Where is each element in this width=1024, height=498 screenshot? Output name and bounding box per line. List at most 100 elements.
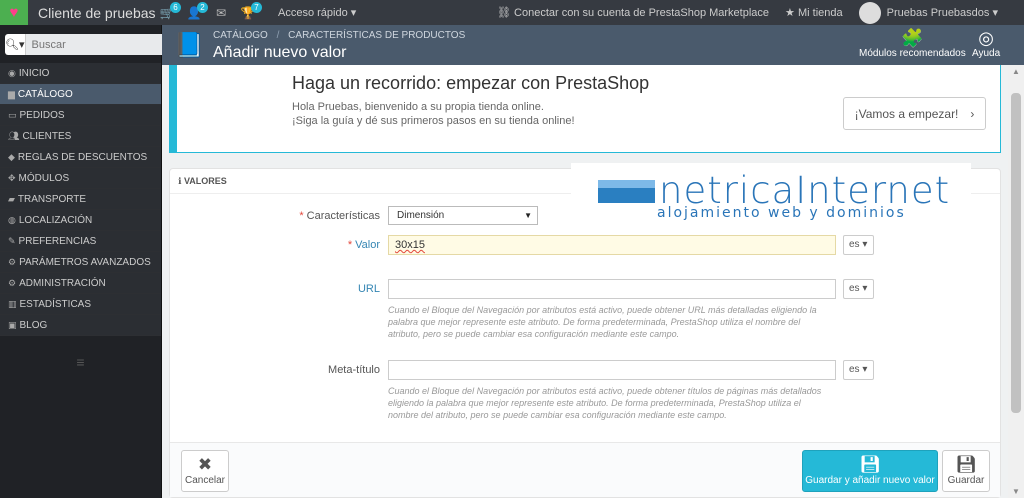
book-icon: 📘	[174, 32, 204, 59]
sidebar-item-label: Parámetros avanzados	[19, 257, 151, 268]
prestashop-logo[interactable]: ♥	[0, 0, 28, 25]
sidebar-item-inicio[interactable]: ◉ Inicio	[0, 63, 161, 84]
collapse-menu-icon[interactable]: ≡	[0, 354, 161, 370]
language-label: es	[849, 283, 860, 294]
value-language-select[interactable]: es ▾	[843, 235, 874, 255]
sidebar-item-pedidos[interactable]: ▭ Pedidos	[0, 105, 161, 126]
sidebar-item-label: Módulos	[18, 173, 70, 184]
sidebar: 🔍︎▾ ◉Inicio▆Catálogo▭Pedidos👥︎Clientes◆R…	[0, 25, 174, 498]
my-shop-link[interactable]: ★ Mi tienda	[785, 6, 843, 19]
netrica-logo-icon	[598, 180, 655, 203]
meta-title-help-text: Cuando el Bloque del Navegación por atri…	[388, 386, 822, 420]
trophy-badge: 7	[251, 1, 262, 13]
caret-down-icon: ▾	[862, 283, 868, 294]
sidebar-item-preferencias[interactable]: ✎ Preferencias	[0, 231, 161, 252]
chart-icon: ▥	[8, 299, 17, 309]
meta-title-language-select[interactable]: es ▾	[843, 360, 874, 380]
quick-access-label: Acceso rápido	[278, 7, 348, 19]
caret-down-icon: ▼	[524, 211, 532, 220]
language-label: es	[849, 239, 860, 250]
meta-title-input[interactable]	[388, 360, 836, 380]
breadcrumb-separator: /	[276, 30, 280, 41]
user-name: Pruebas Pruebasdos	[886, 6, 990, 19]
breadcrumb-catalog[interactable]: Catálogo	[213, 30, 268, 41]
save-icon: 💾︎	[859, 455, 881, 474]
recommended-modules-label: Módulos recomendados	[859, 48, 966, 59]
scrollbar-thumb[interactable]	[1011, 93, 1021, 413]
caret-down-icon: ▾	[992, 6, 998, 19]
start-tour-label: ¡Vamos a empezar!	[854, 106, 959, 121]
sidebar-item-clientes[interactable]: 👥︎ Clientes	[0, 126, 161, 147]
value-label-text: Valor	[355, 239, 380, 251]
caret-down-icon: ▾	[862, 364, 868, 375]
customers-badge: 2	[197, 1, 208, 13]
customers-notification[interactable]: 👤 2	[183, 1, 208, 20]
main-content: Haga un recorrido: empezar con PrestaSho…	[162, 65, 1008, 498]
onboarding-title: Haga un recorrido: empezar con PrestaSho…	[292, 73, 650, 93]
save-button[interactable]: 💾︎ Guardar	[942, 450, 990, 492]
save-and-add-label: Guardar y añadir nuevo valor	[805, 475, 935, 486]
sidebar-search: 🔍︎ ▾	[0, 25, 174, 63]
sidebar-item-módulos[interactable]: ✥ Módulos	[0, 168, 161, 189]
user-menu[interactable]: Pruebas Pruebasdos ▾	[858, 1, 998, 24]
scroll-down-icon[interactable]: ▼	[1012, 487, 1020, 496]
scroll-up-icon[interactable]: ▲	[1012, 67, 1020, 76]
search-type-button[interactable]: 🔍︎ ▾	[5, 34, 26, 55]
save-and-add-button[interactable]: 💾︎ Guardar y añadir nuevo valor	[802, 450, 938, 492]
sidebar-item-label: Preferencias	[18, 236, 97, 247]
language-label: es	[849, 364, 860, 375]
sidebar-item-localización[interactable]: ◍ Localización	[0, 210, 161, 231]
blog-icon: ▣	[8, 320, 17, 330]
quick-access-dropdown[interactable]: Acceso rápido ▾	[278, 6, 356, 19]
recommended-modules-button[interactable]: 🧩 Módulos recomendados	[859, 28, 966, 59]
sidebar-item-label: Administración	[19, 278, 106, 289]
feature-select[interactable]: Dimensión ▼	[388, 206, 538, 225]
page-title: Añadir nuevo valor	[213, 44, 347, 61]
panel-title: Valores	[183, 176, 227, 186]
help-label: Ayuda	[972, 48, 1001, 59]
shop-name-link[interactable]: Cliente de pruebas	[38, 5, 156, 21]
sidebar-item-label: Catálogo	[17, 89, 73, 100]
sidebar-menu: ◉ Inicio ▆ Catálogo ▭ Pedidos 👥︎ Clientes ◆ Regla…	[0, 63, 161, 336]
sidebar-item-parámetros-avanzados[interactable]: ⚙ Parámetros avanzados	[0, 252, 161, 273]
page-scrollbar[interactable]: ▲ ▼	[1008, 65, 1024, 498]
puzzle-icon: 🧩	[901, 28, 924, 48]
netrica-tagline: alojamiento web y dominios	[657, 205, 906, 221]
sidebar-item-transporte[interactable]: ▰ Transporte	[0, 189, 161, 210]
messages-notification[interactable]: ✉	[210, 6, 232, 20]
meta-title-label: Meta-título	[328, 364, 380, 376]
sidebar-item-catálogo[interactable]: ▆ Catálogo	[0, 84, 161, 105]
cancel-label: Cancelar	[184, 475, 226, 486]
credit-card-icon: ▭	[8, 110, 17, 120]
caret-down-icon: ▾	[862, 239, 868, 250]
onboarding-text-2: ¡Siga la guía y dé sus primeros pasos en…	[292, 115, 575, 127]
cancel-button[interactable]: ✖ Cancelar	[181, 450, 229, 492]
value-input[interactable]: 30x15	[388, 235, 836, 255]
url-label: URL	[357, 283, 380, 295]
feature-label: * Características	[299, 210, 380, 222]
marketplace-label: Conectar con su cuenta de PrestaShop Mar…	[514, 7, 770, 19]
sidebar-item-administración[interactable]: ⚙ Administración	[0, 273, 161, 294]
sidebar-item-blog[interactable]: ▣ Blog	[0, 315, 161, 336]
globe-icon: ◍	[8, 215, 16, 225]
trophy-notification[interactable]: 🏆 7	[237, 1, 262, 20]
start-tour-button[interactable]: ¡Vamos a empezar! ›	[843, 97, 986, 130]
help-button[interactable]: ◎ Ayuda	[972, 28, 1000, 59]
sidebar-item-reglas-de-descuentos[interactable]: ◆ Reglas de descuentos	[0, 147, 161, 168]
puffin-icon: ♥	[9, 4, 19, 21]
url-language-select[interactable]: es ▾	[843, 279, 874, 299]
users-icon: 👥︎	[8, 131, 20, 141]
value-input-text: 30x15	[395, 239, 425, 251]
sidebar-item-label: Transporte	[17, 194, 87, 205]
orders-notification[interactable]: 🛒 6	[156, 1, 181, 20]
sidebar-item-estadísticas[interactable]: ▥ Estadísticas	[0, 294, 161, 315]
breadcrumb-features[interactable]: Características de productos	[288, 30, 465, 41]
url-input[interactable]	[388, 279, 836, 299]
search-input[interactable]	[25, 34, 174, 55]
page-header: 📘 Catálogo / Características de producto…	[162, 25, 1024, 65]
truck-icon: ▰	[8, 194, 15, 204]
marketplace-link[interactable]: ⛓ Conectar con su cuenta de PrestaShop M…	[497, 6, 769, 19]
book-icon: ▆	[8, 89, 15, 99]
envelope-icon: ✉	[215, 5, 227, 20]
caret-down-icon: ▾	[350, 7, 357, 19]
